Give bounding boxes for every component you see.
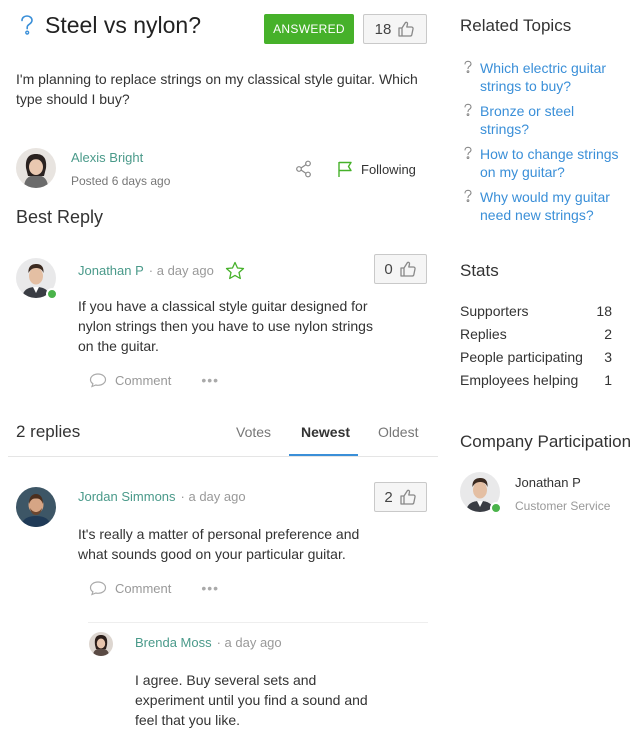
stat-label: Employees helping [460, 372, 579, 388]
following-button[interactable]: Following [361, 162, 416, 177]
star-icon[interactable] [225, 261, 245, 280]
online-indicator [490, 502, 502, 514]
tab-newest[interactable]: Newest [301, 424, 350, 440]
company-participation-heading: Company Participation [460, 432, 632, 451]
company-member-role: Customer Service [515, 499, 611, 513]
tab-votes[interactable]: Votes [236, 424, 271, 440]
reply-author-name[interactable]: Jonathan P [78, 263, 144, 278]
question-vote-count: 18 [374, 20, 392, 38]
share-icon[interactable] [295, 160, 313, 178]
question-posted-time: Posted 6 days ago [71, 174, 171, 188]
reply-body: It's really a matter of personal prefere… [78, 526, 360, 562]
stat-row: People participating 3 [460, 349, 612, 365]
reply-author-name[interactable]: Brenda Moss [135, 635, 212, 650]
active-tab-indicator [289, 454, 358, 456]
question-title: Steel vs nylon? [45, 12, 201, 38]
stat-row: Replies 2 [460, 326, 612, 342]
reply-vote-count: 0 [384, 260, 393, 278]
more-icon[interactable]: ••• [201, 372, 219, 388]
related-topic-label: Which electric guitar strings to buy? [480, 60, 607, 94]
comment-label: Comment [115, 372, 172, 388]
related-topic-label: How to change strings on my guitar? [480, 146, 619, 180]
question-vote-button[interactable]: 18 [363, 14, 427, 44]
related-topics-heading: Related Topics [460, 16, 572, 35]
reply-time: · a day ago [216, 635, 282, 650]
stat-value: 2 [604, 326, 612, 342]
question-icon [464, 189, 472, 203]
avatar[interactable] [16, 487, 56, 527]
comment-icon [89, 581, 107, 596]
reply-time: · a day ago [148, 263, 214, 278]
stats-heading: Stats [460, 261, 499, 280]
related-topic-link[interactable]: How to change strings on my guitar? [462, 145, 632, 181]
stat-row: Employees helping 1 [460, 372, 612, 388]
stat-label: Replies [460, 326, 507, 342]
stat-value: 1 [604, 372, 612, 388]
thumbs-up-icon [400, 489, 416, 505]
replies-count: 2 replies [16, 422, 81, 441]
stat-label: Supporters [460, 303, 529, 319]
related-topic-label: Why would my guitar need new strings? [480, 189, 610, 223]
tab-oldest[interactable]: Oldest [378, 424, 418, 440]
reply-vote-count: 2 [384, 488, 393, 506]
stat-label: People participating [460, 349, 583, 365]
question-icon [464, 60, 472, 74]
stat-value: 18 [596, 303, 612, 319]
comment-button[interactable]: Comment [89, 372, 171, 388]
related-topic-link[interactable]: Bronze or steel strings? [462, 102, 632, 138]
thumbs-up-icon [400, 261, 416, 277]
comment-button[interactable]: Comment [89, 580, 171, 596]
question-icon [21, 15, 33, 35]
reply-body: If you have a classical style guitar des… [78, 298, 373, 354]
reply-body: I agree. Buy several sets and experiment… [135, 672, 368, 728]
online-indicator [46, 288, 58, 300]
divider [88, 622, 428, 623]
reply-time: · a day ago [180, 489, 246, 504]
company-member-name[interactable]: Jonathan P [515, 475, 581, 490]
avatar[interactable] [16, 148, 56, 188]
reply-vote-button[interactable]: 0 [374, 254, 427, 284]
question-body: I'm planning to replace strings on my cl… [16, 71, 418, 107]
stat-row: Supporters 18 [460, 303, 612, 319]
comment-icon [89, 373, 107, 388]
reply-author-name[interactable]: Jordan Simmons [78, 489, 176, 504]
answered-badge: ANSWERED [264, 14, 354, 44]
more-icon[interactable]: ••• [201, 580, 219, 596]
comment-label: Comment [115, 580, 172, 596]
question-icon [464, 103, 472, 117]
related-topic-link[interactable]: Which electric guitar strings to buy? [462, 59, 632, 95]
question-icon [464, 146, 472, 160]
divider [8, 456, 438, 457]
best-reply-heading: Best Reply [16, 207, 104, 227]
related-topic-label: Bronze or steel strings? [480, 103, 575, 137]
reply-vote-button[interactable]: 2 [374, 482, 427, 512]
question-author-name[interactable]: Alexis Bright [71, 150, 143, 165]
avatar[interactable] [89, 632, 113, 656]
flag-icon[interactable] [337, 160, 355, 178]
stat-value: 3 [604, 349, 612, 365]
thumbs-up-icon [398, 21, 415, 37]
related-topic-link[interactable]: Why would my guitar need new strings? [462, 188, 632, 224]
